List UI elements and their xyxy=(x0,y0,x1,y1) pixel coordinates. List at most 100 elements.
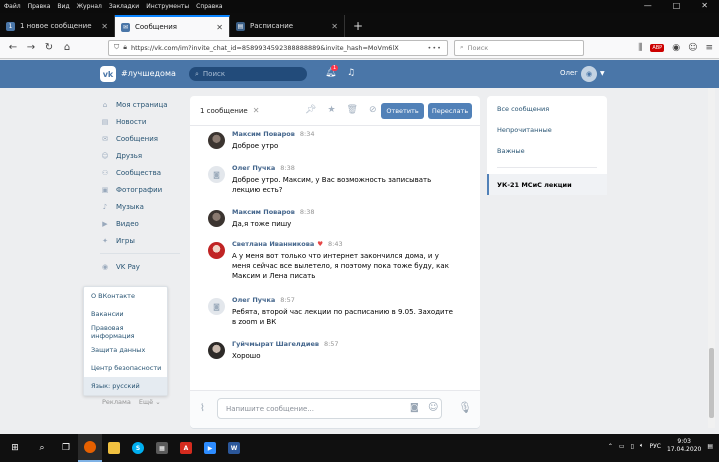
hashtag-label[interactable]: #лучшедома xyxy=(121,69,176,78)
minimize-icon[interactable]: — xyxy=(644,1,652,10)
pin-icon[interactable]: 📌︎ xyxy=(305,105,316,115)
menu-file[interactable]: Файл xyxy=(4,3,21,10)
message-author[interactable]: Максим Поваров 8:34 xyxy=(232,130,315,138)
user-name[interactable]: Олег xyxy=(560,69,578,77)
camera-icon[interactable]: ◙ xyxy=(208,298,225,315)
message-author[interactable]: Максим Поваров 8:38 xyxy=(232,208,315,216)
tab-messages[interactable]: ✉ Сообщения ✕ xyxy=(115,15,230,37)
maximize-icon[interactable]: □ xyxy=(673,1,681,10)
music-note-icon[interactable]: ♫ xyxy=(347,68,355,78)
filter-all-messages[interactable]: Все сообщения xyxy=(487,98,607,119)
message-author[interactable]: Гуйчмырат Шагелдиев 8:57 xyxy=(232,340,339,348)
page-scrollbar[interactable] xyxy=(708,88,715,428)
browser-search-input[interactable]: ⌕ Поиск xyxy=(454,39,584,56)
dropdown-item-about[interactable]: О ВКонтакте xyxy=(84,287,167,305)
sidebar-item-photos[interactable]: ▣ Фотографии xyxy=(100,181,190,198)
vk-logo-icon[interactable]: vk xyxy=(100,66,116,82)
volume-icon[interactable]: 🔈︎ xyxy=(640,442,644,450)
sidebar-item-video[interactable]: ▶ Видео xyxy=(100,215,190,232)
menu-tools[interactable]: Инструменты xyxy=(146,3,189,10)
network-icon[interactable]: ▭ xyxy=(619,443,625,450)
message-item[interactable]: Максим Поваров 8:38 Да,я тоже пишу xyxy=(208,208,470,236)
back-arrow-icon[interactable]: ← xyxy=(6,41,20,55)
home-button-icon[interactable]: ⌂ xyxy=(60,41,74,55)
sidebar-item-groups[interactable]: ⚇ Сообщества xyxy=(100,164,190,181)
dropdown-item-security[interactable]: Центр безопасности xyxy=(84,359,167,377)
address-bar[interactable]: ⛉ 🔒︎ https://vk.com/im?invite_chat_id=85… xyxy=(108,39,448,56)
message-author[interactable]: Олег Пучка 8:38 xyxy=(232,164,295,172)
avatar[interactable] xyxy=(208,242,225,259)
file-explorer-icon[interactable] xyxy=(102,434,126,462)
message-author[interactable]: Олег Пучка 8:57 xyxy=(232,296,295,304)
close-tab-icon[interactable]: ✕ xyxy=(101,22,108,31)
tab-schedule[interactable]: ▤ Расписание ✕ xyxy=(230,15,345,37)
message-item[interactable]: Светлана Иванникова ♥ 8:43 А у меня вот то… xyxy=(208,240,470,290)
calculator-icon[interactable]: ▦ xyxy=(150,434,174,462)
avatar[interactable] xyxy=(208,210,225,227)
filter-current-chat[interactable]: УК-21 МСиС лекции xyxy=(487,174,607,195)
sidebar-item-messages[interactable]: ✉ Сообщения xyxy=(100,130,190,147)
dropdown-item-jobs[interactable]: Вакансии xyxy=(84,305,167,323)
reply-button[interactable]: Ответить xyxy=(381,103,424,119)
footer-more-link[interactable]: Ещё ⌄ xyxy=(139,398,161,406)
zoom-app-icon[interactable]: ▶ xyxy=(198,434,222,462)
sidebar-item-my-page[interactable]: ⌂ Моя страница xyxy=(100,96,190,113)
close-window-icon[interactable]: ✕ xyxy=(701,1,708,10)
menu-view[interactable]: Вид xyxy=(57,3,69,10)
camera-icon[interactable]: ◙ xyxy=(410,403,419,413)
sidebar-item-vkpay[interactable]: ◉ VK Pay xyxy=(100,258,190,275)
page-actions-icon[interactable]: ••• xyxy=(427,44,442,52)
menu-history[interactable]: Журнал xyxy=(77,3,102,10)
trash-icon[interactable]: 🗑︎ xyxy=(347,105,358,115)
message-author[interactable]: Светлана Иванникова ♥ 8:43 xyxy=(232,240,343,248)
user-avatar[interactable]: ◉ xyxy=(581,66,597,82)
vk-search-input[interactable]: ⌕ Поиск xyxy=(189,67,307,81)
menu-help[interactable]: Справка xyxy=(196,3,222,10)
word-icon[interactable]: W xyxy=(222,434,246,462)
filter-unread[interactable]: Непрочитанные xyxy=(487,119,607,140)
camera-icon[interactable]: ◙ xyxy=(208,166,225,183)
message-item[interactable]: Максим Поваров 8:34 Доброе утро xyxy=(208,130,470,158)
spam-icon[interactable]: ⊘ xyxy=(369,105,377,115)
footer-ads-link[interactable]: Реклама xyxy=(102,398,131,406)
emoji-icon[interactable]: ☺ xyxy=(428,402,438,413)
menu-bookmarks[interactable]: Закладки xyxy=(109,3,139,10)
keyboard-language[interactable]: РУС xyxy=(650,443,661,450)
sidebar-item-news[interactable]: ▤ Новости xyxy=(100,113,190,130)
firefox-icon[interactable] xyxy=(78,434,102,462)
shield-icon[interactable]: ⛉ xyxy=(114,43,119,52)
skype-icon[interactable]: S xyxy=(126,434,150,462)
dropdown-item-legal[interactable]: Правовая информация xyxy=(84,323,167,341)
message-input[interactable]: Напишите сообщение... xyxy=(217,398,442,419)
chevron-down-icon[interactable]: ▼ xyxy=(600,70,605,77)
library-icon[interactable]: ⫼ xyxy=(638,43,642,53)
task-view-icon[interactable]: ❐ xyxy=(54,434,78,462)
clear-selection-icon[interactable]: ✕ xyxy=(253,106,260,115)
sidebar-item-music[interactable]: ♪ Музыка xyxy=(100,198,190,215)
dropdown-item-language[interactable]: Язык: русский xyxy=(84,377,167,395)
pdf-reader-icon[interactable]: A xyxy=(174,434,198,462)
message-item[interactable]: ◙ Олег Пучка 8:38 Доброе утро. Максим, у … xyxy=(208,164,470,202)
close-tab-icon[interactable]: ✕ xyxy=(216,23,223,32)
tab-new-message[interactable]: 1 1 новое сообщение ✕ xyxy=(0,15,115,37)
reload-icon[interactable]: ↻ xyxy=(42,41,56,55)
paperclip-icon[interactable]: ⌇ xyxy=(200,403,205,414)
filter-important[interactable]: Важные xyxy=(487,140,607,161)
chevron-up-icon[interactable]: ⌃ xyxy=(608,443,613,450)
adblock-icon[interactable]: ABP xyxy=(650,43,665,52)
notifications-icon[interactable]: ▤ xyxy=(707,443,713,450)
new-tab-button[interactable]: + xyxy=(345,15,371,37)
avatar[interactable] xyxy=(208,342,225,359)
microphone-icon[interactable]: 🎙︎ xyxy=(458,401,472,414)
search-icon[interactable]: ⌕ xyxy=(30,434,54,462)
forward-arrow-icon[interactable]: → xyxy=(24,41,38,55)
menu-edit[interactable]: Правка xyxy=(28,3,51,10)
battery-icon[interactable]: ▯ xyxy=(631,443,634,450)
scrollbar-thumb[interactable] xyxy=(709,348,714,418)
sidebar-item-friends[interactable]: ☺ Друзья xyxy=(100,147,190,164)
windows-start-icon[interactable]: ⊞ xyxy=(0,434,30,462)
message-item[interactable]: ◙ Олег Пучка 8:57 Ребята, второй час лекц… xyxy=(208,296,470,336)
star-icon[interactable]: ★ xyxy=(327,105,335,115)
forward-button[interactable]: Переслать xyxy=(428,103,472,119)
message-item[interactable]: Гуйчмырат Шагелдиев 8:57 Хорошо xyxy=(208,340,470,366)
